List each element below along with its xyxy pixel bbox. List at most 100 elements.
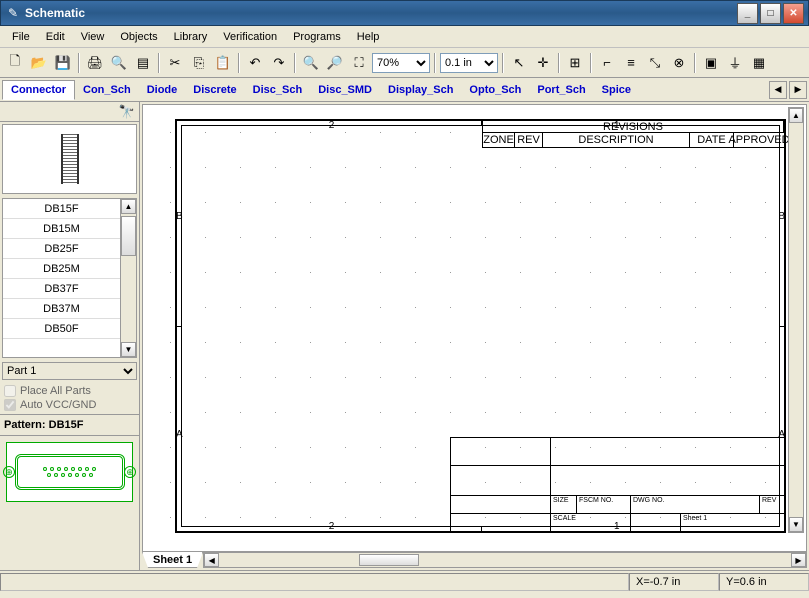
list-item[interactable]: DB25M: [3, 259, 120, 279]
tab-discrete[interactable]: Discrete: [185, 81, 244, 99]
new-icon[interactable]: 🗋: [4, 52, 26, 74]
canvas-vscrollbar[interactable]: ▲ ▼: [788, 107, 804, 533]
menu-view[interactable]: View: [73, 29, 113, 45]
row-label: A: [176, 429, 183, 440]
scroll-right-icon[interactable]: ▶: [791, 553, 806, 567]
zoom-out-icon[interactable]: 🔎: [324, 52, 346, 74]
mounting-hole-icon: ⊕: [3, 466, 15, 478]
window-title: Schematic: [25, 6, 735, 20]
part-select: Part 1: [2, 362, 137, 380]
scroll-down-icon[interactable]: ▼: [121, 342, 136, 357]
list-item[interactable]: DB50F: [3, 319, 120, 339]
col-label: 2: [329, 120, 335, 131]
tab-display-sch[interactable]: Display_Sch: [380, 81, 461, 99]
save-icon[interactable]: 💾: [52, 52, 74, 74]
connector-symbol-icon: [61, 134, 79, 184]
sidebar-search: 🔭: [0, 102, 139, 122]
undo-icon[interactable]: ↶: [244, 52, 266, 74]
redo-icon[interactable]: ↷: [268, 52, 290, 74]
tab-disc-sch[interactable]: Disc_Sch: [245, 81, 311, 99]
tab-con-sch[interactable]: Con_Sch: [75, 81, 139, 99]
status-y: Y=0.6 in: [719, 573, 809, 591]
zoom-select[interactable]: 70%: [372, 53, 430, 73]
revisions-block: REVISIONS ZONE REV DESCRIPTION DATE APPR…: [482, 121, 784, 148]
place-all-check[interactable]: Place All Parts: [4, 384, 135, 398]
port-icon[interactable]: ▣: [700, 52, 722, 74]
part-list-scrollbar[interactable]: ▲ ▼: [120, 199, 136, 357]
auto-vcc-check[interactable]: Auto VCC/GND: [4, 398, 135, 412]
menu-bar: File Edit View Objects Library Verificat…: [0, 26, 809, 48]
titles-icon[interactable]: ▤: [132, 52, 154, 74]
scroll-thumb[interactable]: [121, 216, 136, 256]
list-item[interactable]: DB15F: [3, 199, 120, 219]
preview-icon[interactable]: 🔍: [108, 52, 130, 74]
tab-diode[interactable]: Diode: [139, 81, 186, 99]
title-block: SIZE FSCM NO. DWG NO. REV SCALE Sheet 1: [450, 437, 784, 531]
tab-spice[interactable]: Spice: [594, 81, 639, 99]
net-icon[interactable]: ⊗: [668, 52, 690, 74]
print-icon[interactable]: 🖨: [84, 52, 106, 74]
binoculars-icon[interactable]: 🔭: [119, 104, 135, 120]
part-preview: [2, 124, 137, 194]
tab-scroll-left-icon[interactable]: ◀: [769, 81, 787, 99]
col-label: 2: [329, 521, 335, 532]
scroll-up-icon[interactable]: ▲: [789, 108, 803, 123]
title-bar: ✎ Schematic _ □ ✕: [0, 0, 809, 26]
menu-file[interactable]: File: [4, 29, 38, 45]
minimize-button[interactable]: _: [737, 3, 758, 24]
cut-icon[interactable]: ✂: [164, 52, 186, 74]
scroll-thumb[interactable]: [359, 554, 419, 566]
menu-edit[interactable]: Edit: [38, 29, 73, 45]
status-message: [0, 573, 629, 591]
scroll-up-icon[interactable]: ▲: [121, 199, 136, 214]
footprint-preview: ⊕ ⊕: [6, 442, 133, 502]
tab-scroll-right-icon[interactable]: ▶: [789, 81, 807, 99]
scroll-left-icon[interactable]: ◀: [204, 553, 219, 567]
crosshair-icon[interactable]: ✛: [532, 52, 554, 74]
menu-help[interactable]: Help: [349, 29, 388, 45]
tab-connector[interactable]: Connector: [2, 80, 75, 100]
part-dropdown[interactable]: Part 1: [2, 362, 137, 380]
toolbar: 🗋 📂 💾 🖨 🔍 ▤ ✂ ⎘ 📋 ↶ ↷ 🔍 🔎 ⛶ 70% 0.1 in ↖…: [0, 48, 809, 78]
canvas-hscrollbar[interactable]: ◀ ▶: [203, 552, 807, 568]
close-button[interactable]: ✕: [783, 3, 804, 24]
list-item[interactable]: DB37M: [3, 299, 120, 319]
power-icon[interactable]: ⏚: [724, 52, 746, 74]
app-icon: ✎: [5, 5, 21, 21]
list-item[interactable]: DB25F: [3, 239, 120, 259]
zoom-in-icon[interactable]: 🔍: [300, 52, 322, 74]
tab-port-sch[interactable]: Port_Sch: [529, 81, 593, 99]
wire-icon[interactable]: ⌐: [596, 52, 618, 74]
sidebar: 🔭 DB15F DB15M DB25F DB25M DB37F DB37M DB…: [0, 102, 140, 570]
sheet-tab[interactable]: Sheet 1: [142, 552, 203, 568]
grid-select[interactable]: 0.1 in: [440, 53, 498, 73]
pattern-label: Pattern: DB15F: [0, 414, 139, 436]
copy-icon[interactable]: ⎘: [188, 52, 210, 74]
bus-icon[interactable]: ≡: [620, 52, 642, 74]
maximize-button[interactable]: □: [760, 3, 781, 24]
scroll-down-icon[interactable]: ▼: [789, 517, 803, 532]
status-x: X=-0.7 in: [629, 573, 719, 591]
drawing-frame: 2 1 2 1 B B A A REVISIONS: [175, 119, 786, 533]
tab-disc-smd[interactable]: Disc_SMD: [310, 81, 380, 99]
menu-library[interactable]: Library: [166, 29, 216, 45]
menu-programs[interactable]: Programs: [285, 29, 349, 45]
pointer-icon[interactable]: ↖: [508, 52, 530, 74]
sheet-icon[interactable]: ▦: [748, 52, 770, 74]
row-label: B: [176, 211, 183, 222]
status-bar: X=-0.7 in Y=0.6 in: [0, 570, 809, 592]
list-item[interactable]: DB15M: [3, 219, 120, 239]
paste-icon[interactable]: 📋: [212, 52, 234, 74]
row-label: B: [778, 211, 785, 222]
schematic-canvas[interactable]: 2 1 2 1 B B A A REVISIONS: [143, 105, 806, 551]
tab-opto-sch[interactable]: Opto_Sch: [461, 81, 529, 99]
menu-verification[interactable]: Verification: [215, 29, 285, 45]
canvas-hscroll: Sheet 1 ◀ ▶: [142, 552, 807, 568]
zoom-window-icon[interactable]: ⛶: [348, 52, 370, 74]
list-item[interactable]: DB37F: [3, 279, 120, 299]
canvas-area: 2 1 2 1 B B A A REVISIONS: [140, 102, 809, 570]
menu-objects[interactable]: Objects: [112, 29, 165, 45]
busentry-icon[interactable]: ⤡: [644, 52, 666, 74]
component-icon[interactable]: ⊞: [564, 52, 586, 74]
open-icon[interactable]: 📂: [28, 52, 50, 74]
